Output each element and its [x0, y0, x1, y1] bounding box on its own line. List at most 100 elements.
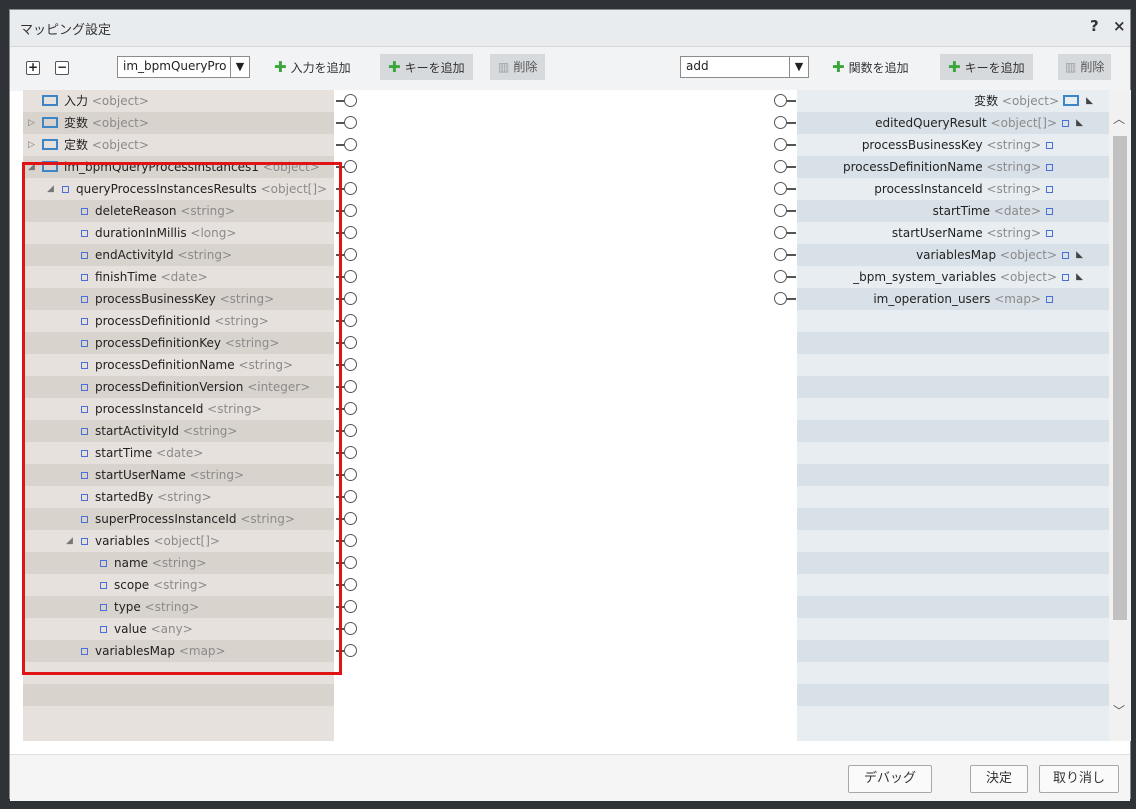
source-connector[interactable] — [344, 336, 357, 349]
input-select[interactable]: im_bpmQueryPro ▼ — [117, 56, 250, 78]
source-tree-item[interactable]: endActivityId <string> — [23, 244, 334, 266]
source-connector[interactable] — [344, 622, 357, 635]
source-tree-item[interactable]: startedBy <string> — [23, 486, 334, 508]
target-connector[interactable] — [774, 160, 787, 173]
source-tree-item[interactable]: durationInMillis <long> — [23, 222, 334, 244]
target-tree-item[interactable]: 変数 <object> ◣ — [797, 90, 1109, 112]
target-tree-item[interactable]: editedQueryResult <object[]> ◣ — [797, 112, 1109, 134]
target-connector[interactable] — [774, 116, 787, 129]
delete-left-button[interactable]: ▥ 削除 — [490, 54, 546, 80]
mapping-canvas[interactable] — [334, 90, 797, 741]
scrollbar-thumb[interactable] — [1113, 136, 1127, 620]
source-tree-item[interactable]: type <string> — [23, 596, 334, 618]
debug-button[interactable]: デバッグ — [848, 765, 932, 793]
collapse-arrow-icon[interactable]: ◢ — [47, 178, 54, 200]
target-tree-item[interactable]: processInstanceId <string> — [797, 178, 1109, 200]
add-function-button[interactable]: ✚ 関数を追加 — [824, 54, 917, 80]
source-tree-item[interactable]: processDefinitionKey <string> — [23, 332, 334, 354]
source-connector[interactable] — [344, 116, 357, 129]
source-tree-item[interactable]: scope <string> — [23, 574, 334, 596]
source-tree-item[interactable]: ◢ variables <object[]> — [23, 530, 334, 552]
ok-button[interactable]: 決定 — [970, 765, 1028, 793]
source-connector[interactable] — [344, 534, 357, 547]
collapse-arrow-icon[interactable]: ◢ — [66, 530, 73, 552]
source-connector[interactable] — [344, 270, 357, 283]
target-connector[interactable] — [774, 94, 787, 107]
expand-arrow-icon[interactable]: ▷ — [28, 134, 35, 156]
target-tree-item[interactable]: processDefinitionName <string> — [797, 156, 1109, 178]
expand-marker-icon[interactable]: ◣ — [1086, 90, 1093, 112]
expand-marker-icon[interactable]: ◣ — [1076, 112, 1083, 134]
target-connector[interactable] — [774, 292, 787, 305]
target-tree-item[interactable]: startUserName <string> — [797, 222, 1109, 244]
source-connector[interactable] — [344, 204, 357, 217]
source-connector[interactable] — [344, 512, 357, 525]
source-tree-item[interactable]: processDefinitionVersion <integer> — [23, 376, 334, 398]
source-tree-item[interactable]: superProcessInstanceId <string> — [23, 508, 334, 530]
source-connector[interactable] — [344, 160, 357, 173]
source-connector[interactable] — [344, 578, 357, 591]
target-connector[interactable] — [774, 204, 787, 217]
source-tree-item[interactable]: finishTime <date> — [23, 266, 334, 288]
source-tree-item[interactable]: ◢ im_bpmQueryProcessInstances1 <object> — [23, 156, 334, 178]
delete-right-button[interactable]: ▥ 削除 — [1058, 54, 1112, 80]
source-connector[interactable] — [344, 556, 357, 569]
target-tree-item[interactable]: startTime <date> — [797, 200, 1109, 222]
source-tree-item[interactable]: variablesMap <map> — [23, 640, 334, 662]
source-connector[interactable] — [344, 424, 357, 437]
source-connector[interactable] — [344, 644, 357, 657]
close-button[interactable]: × — [1113, 17, 1126, 35]
source-connector[interactable] — [344, 248, 357, 261]
source-connector[interactable] — [344, 402, 357, 415]
source-tree-item[interactable]: startActivityId <string> — [23, 420, 334, 442]
help-button[interactable]: ? — [1090, 17, 1099, 35]
cancel-button[interactable]: 取り消し — [1039, 765, 1119, 793]
add-key-left-button[interactable]: ✚ キーを追加 — [380, 54, 473, 80]
chevron-up-icon[interactable]: ︿ — [1113, 110, 1125, 127]
source-connector[interactable] — [344, 600, 357, 613]
source-connector[interactable] — [344, 468, 357, 481]
source-tree-item[interactable]: processBusinessKey <string> — [23, 288, 334, 310]
source-connector[interactable] — [344, 182, 357, 195]
target-connector[interactable] — [774, 182, 787, 195]
expand-marker-icon[interactable]: ◣ — [1076, 266, 1083, 288]
source-connector[interactable] — [344, 358, 357, 371]
chevron-down-icon[interactable]: ﹀ — [1113, 702, 1125, 719]
source-connector[interactable] — [344, 226, 357, 239]
source-connector[interactable] — [344, 446, 357, 459]
source-tree-item[interactable]: ▷ 定数 <object> — [23, 134, 334, 156]
source-tree-item[interactable]: processDefinitionName <string> — [23, 354, 334, 376]
source-tree-item[interactable]: ◢ queryProcessInstancesResults <object[]> — [23, 178, 334, 200]
expand-all-icon[interactable]: + — [26, 61, 40, 75]
function-select[interactable]: add ▼ — [680, 56, 809, 78]
source-tree-item[interactable]: ▷ 変数 <object> — [23, 112, 334, 134]
target-tree-item[interactable]: im_operation_users <map> — [797, 288, 1109, 310]
expand-arrow-icon[interactable]: ▷ — [28, 112, 35, 134]
source-tree-item[interactable]: deleteReason <string> — [23, 200, 334, 222]
target-connector[interactable] — [774, 138, 787, 151]
source-tree-item[interactable]: 入力 <object> — [23, 90, 334, 112]
add-key-right-button[interactable]: ✚ キーを追加 — [940, 54, 1033, 80]
source-tree-item[interactable]: name <string> — [23, 552, 334, 574]
source-connector[interactable] — [344, 292, 357, 305]
expand-marker-icon[interactable]: ◣ — [1076, 244, 1083, 266]
source-tree-item[interactable]: startTime <date> — [23, 442, 334, 464]
source-tree-item[interactable]: processInstanceId <string> — [23, 398, 334, 420]
source-tree-item[interactable]: processDefinitionId <string> — [23, 310, 334, 332]
target-tree-item[interactable]: _bpm_system_variables <object> ◣ — [797, 266, 1109, 288]
source-connector[interactable] — [344, 94, 357, 107]
target-tree-item[interactable]: variablesMap <object> ◣ — [797, 244, 1109, 266]
collapse-arrow-icon[interactable]: ◢ — [28, 156, 35, 178]
target-tree-item[interactable]: processBusinessKey <string> — [797, 134, 1109, 156]
source-connector[interactable] — [344, 380, 357, 393]
add-input-button[interactable]: ✚ 入力を追加 — [266, 54, 359, 80]
source-connector[interactable] — [344, 138, 357, 151]
source-tree-item[interactable]: startUserName <string> — [23, 464, 334, 486]
vertical-scrollbar[interactable]: ︿ ﹀ — [1109, 90, 1131, 741]
source-tree-item[interactable]: value <any> — [23, 618, 334, 640]
target-connector[interactable] — [774, 248, 787, 261]
collapse-all-icon[interactable]: − — [55, 61, 69, 75]
source-connector[interactable] — [344, 314, 357, 327]
target-connector[interactable] — [774, 226, 787, 239]
source-connector[interactable] — [344, 490, 357, 503]
